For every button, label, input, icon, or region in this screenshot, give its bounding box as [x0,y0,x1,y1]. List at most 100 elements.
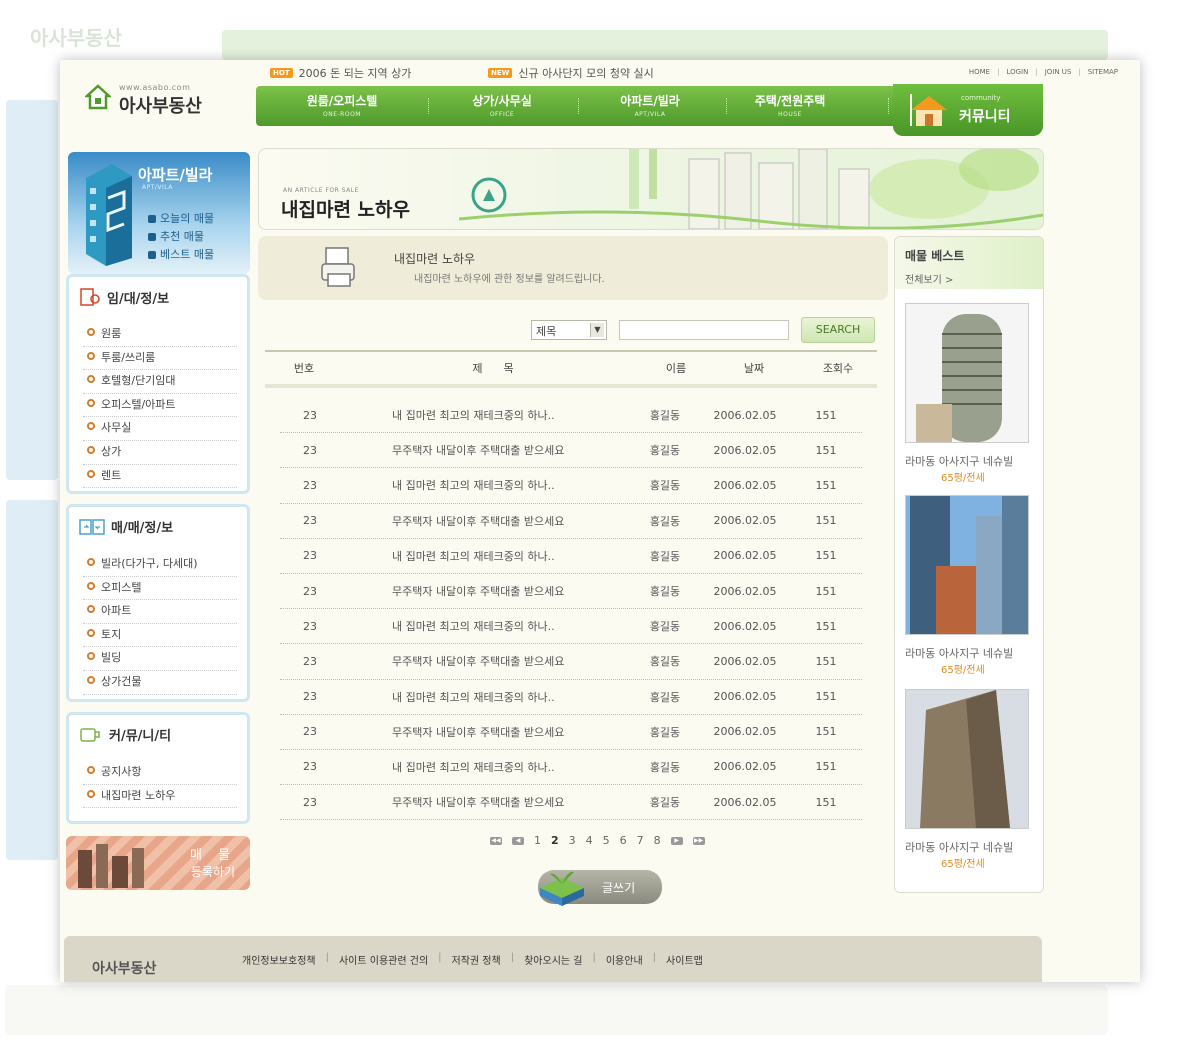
list-item[interactable]: 내집마련 노하우 [83,785,237,809]
row-title[interactable]: 무주택자 내달이후 주택대출 받으세요 [340,513,630,529]
row-title[interactable]: 무주택자 내달이후 주택대출 받으세요 [340,653,630,669]
nav-item-community[interactable]: community 커뮤니티 [893,84,1043,136]
row-title[interactable]: 무주택자 내달이후 주택대출 받으세요 [340,724,630,740]
table-row[interactable]: 23 무주택자 내달이후 주택대출 받으세요 홍길동 2006.02.05 151 [280,644,862,680]
list-item[interactable]: 원룸 [83,323,237,347]
table-row[interactable]: 23 내 집마련 최고의 재테크중의 하나.. 홍길동 2006.02.05 151 [280,539,862,574]
side-link-recommend[interactable]: 추천 매물 [148,228,214,246]
list-item[interactable]: 호텔형/단기임대 [83,370,237,394]
page-number[interactable]: 3 [569,834,576,847]
prev-page-icon[interactable]: ◀ [512,836,524,845]
page-number[interactable]: 4 [586,834,593,847]
buildings-illustration-icon [78,844,144,888]
list-item[interactable]: 사무실 [83,417,237,441]
row-title[interactable]: 내 집마련 최고의 재테크중의 하나.. [340,477,630,493]
list-item[interactable]: 빌라(다가구, 다세대) [83,553,237,577]
row-title[interactable]: 내 집마련 최고의 재테크중의 하나.. [340,759,630,775]
row-number: 23 [303,725,317,739]
building-photo-icon [906,690,1028,828]
side-link-best[interactable]: 베스트 매물 [148,246,214,264]
register-listing-banner[interactable]: 매 물 등록하기 [66,836,250,890]
bullet-icon [87,652,95,661]
listing-photo[interactable] [905,495,1029,635]
community-label: 커뮤니티 [959,109,1011,125]
top-news-new[interactable]: NEW 신규 아사단지 모의 청약 실시 [488,65,654,81]
search-input[interactable] [619,320,789,340]
list-item-label: 토지 [101,627,122,641]
list-item[interactable]: 아파트 [83,600,237,624]
table-row[interactable]: 23 내 집마련 최고의 재테크중의 하나.. 홍길동 2006.02.05 151 [280,468,862,504]
list-item[interactable]: 오피스텔 [83,577,237,601]
table-row[interactable]: 23 무주택자 내달이후 주택대출 받으세요 홍길동 2006.02.05 151 [280,715,862,750]
listing-photo[interactable] [905,689,1029,829]
page-number[interactable]: 1 [534,834,541,847]
top-news-hot[interactable]: HOT 2006 돈 되는 지역 상가 [270,65,411,81]
view-all-link[interactable]: 전체보기 > [905,271,953,286]
footer-link-copyright[interactable]: 저작권 정책 [452,952,501,967]
site-logo[interactable]: www.asabo.com 아사부동산 [85,78,235,118]
page-number[interactable]: 5 [603,834,610,847]
nav-item-house[interactable]: 주택/전원주택 HOUSE [730,92,850,118]
list-item[interactable]: 빌딩 [83,647,237,671]
table-row[interactable]: 23 내 집마련 최고의 재테크중의 하나.. 홍길동 2006.02.05 151 [280,750,862,786]
table-row[interactable]: 23 무주택자 내달이후 주택대출 받으세요 홍길동 2006.02.05 151 [280,785,862,821]
row-title[interactable]: 무주택자 내달이후 주택대출 받으세요 [340,442,630,458]
list-item-label: 아파트 [101,604,132,618]
page-number[interactable]: 2 [551,834,559,847]
join-link[interactable]: JOIN US [1045,68,1072,76]
page-number[interactable]: 6 [620,834,627,847]
nav-item-office[interactable]: 상가/사무실 OFFICE [442,92,562,118]
footer-link-guide[interactable]: 이용안내 [606,952,643,967]
footer-link-directions[interactable]: 찾아오시는 길 [524,952,582,967]
row-title[interactable]: 무주택자 내달이후 주택대출 받으세요 [340,583,630,599]
last-page-icon[interactable]: ▶▶ [692,836,705,845]
row-views: 151 [815,584,837,598]
hero-subtitle: AN ARTICLE FOR SALE [283,187,359,194]
write-button[interactable]: 글쓰기 [538,870,662,906]
listing-photo[interactable] [905,303,1029,443]
page-number[interactable]: 8 [654,834,661,847]
next-page-icon[interactable]: ▶ [670,836,683,845]
row-title[interactable]: 내 집마련 최고의 재테크중의 하나.. [340,689,630,705]
listing-info: 65평/전세 [941,665,985,676]
nav-divider [726,98,728,114]
list-item[interactable]: 오피스텔/아파트 [83,394,237,418]
footer-link-privacy[interactable]: 개인정보보호정책 [242,952,316,967]
search-button-label: SEARCH [815,323,861,336]
side-link-today[interactable]: 오늘의 매물 [148,210,214,228]
list-item[interactable]: 토지 [83,624,237,648]
ghost-footer [0,985,1200,1042]
list-item[interactable]: 상가 [83,441,237,465]
list-item[interactable]: 공지사항 [83,761,237,785]
row-title[interactable]: 무주택자 내달이후 주택대출 받으세요 [340,794,630,810]
row-title[interactable]: 내 집마련 최고의 재테크중의 하나.. [340,407,630,423]
table-row[interactable]: 23 무주택자 내달이후 주택대출 받으세요 홍길동 2006.02.05 151 [280,433,862,469]
search-button[interactable]: SEARCH [801,317,875,343]
footer-link-suggest[interactable]: 사이트 이용관련 건의 [339,952,428,967]
row-title[interactable]: 내 집마련 최고의 재테크중의 하나.. [340,618,630,634]
home-link[interactable]: HOME [969,68,990,76]
nav-item-apt[interactable]: 아파트/빌라 APT/VILA [590,92,710,118]
row-date: 2006.02.05 [713,760,777,774]
bullet-icon [87,351,95,360]
first-page-icon[interactable]: ◀◀ [490,836,502,845]
search-field-select[interactable]: 제목 ▼ [531,320,607,340]
list-item[interactable]: 렌트 [83,465,237,489]
table-row[interactable]: 23 무주택자 내달이후 주택대출 받으세요 홍길동 2006.02.05 151 [280,504,862,539]
listing-info: 65평/전세 [941,859,985,870]
login-link[interactable]: LOGIN [1006,68,1028,76]
list-item[interactable]: 투룸/쓰리룸 [83,347,237,371]
table-row[interactable]: 23 내 집마련 최고의 재테크중의 하나.. 홍길동 2006.02.05 151 [280,398,862,434]
sitemap-link[interactable]: SITEMAP [1088,68,1118,76]
footer-link-sitemap[interactable]: 사이트맵 [666,952,703,967]
row-name: 홍길동 [649,760,681,774]
list-item[interactable]: 상가건물 [83,671,237,695]
table-row[interactable]: 23 무주택자 내달이후 주택대출 받으세요 홍길동 2006.02.05 151 [280,574,862,610]
page-number[interactable]: 7 [637,834,644,847]
table-row[interactable]: 23 내 집마련 최고의 재테크중의 하나.. 홍길동 2006.02.05 151 [280,680,862,715]
row-title[interactable]: 내 집마련 최고의 재테크중의 하나.. [340,548,630,564]
bullet-icon [87,581,95,590]
nav-item-oneroom[interactable]: 원룸/오피스텔 ONE-ROOM [282,92,402,118]
table-row[interactable]: 23 내 집마련 최고의 재테크중의 하나.. 홍길동 2006.02.05 151 [280,609,862,645]
row-number: 23 [303,619,317,633]
